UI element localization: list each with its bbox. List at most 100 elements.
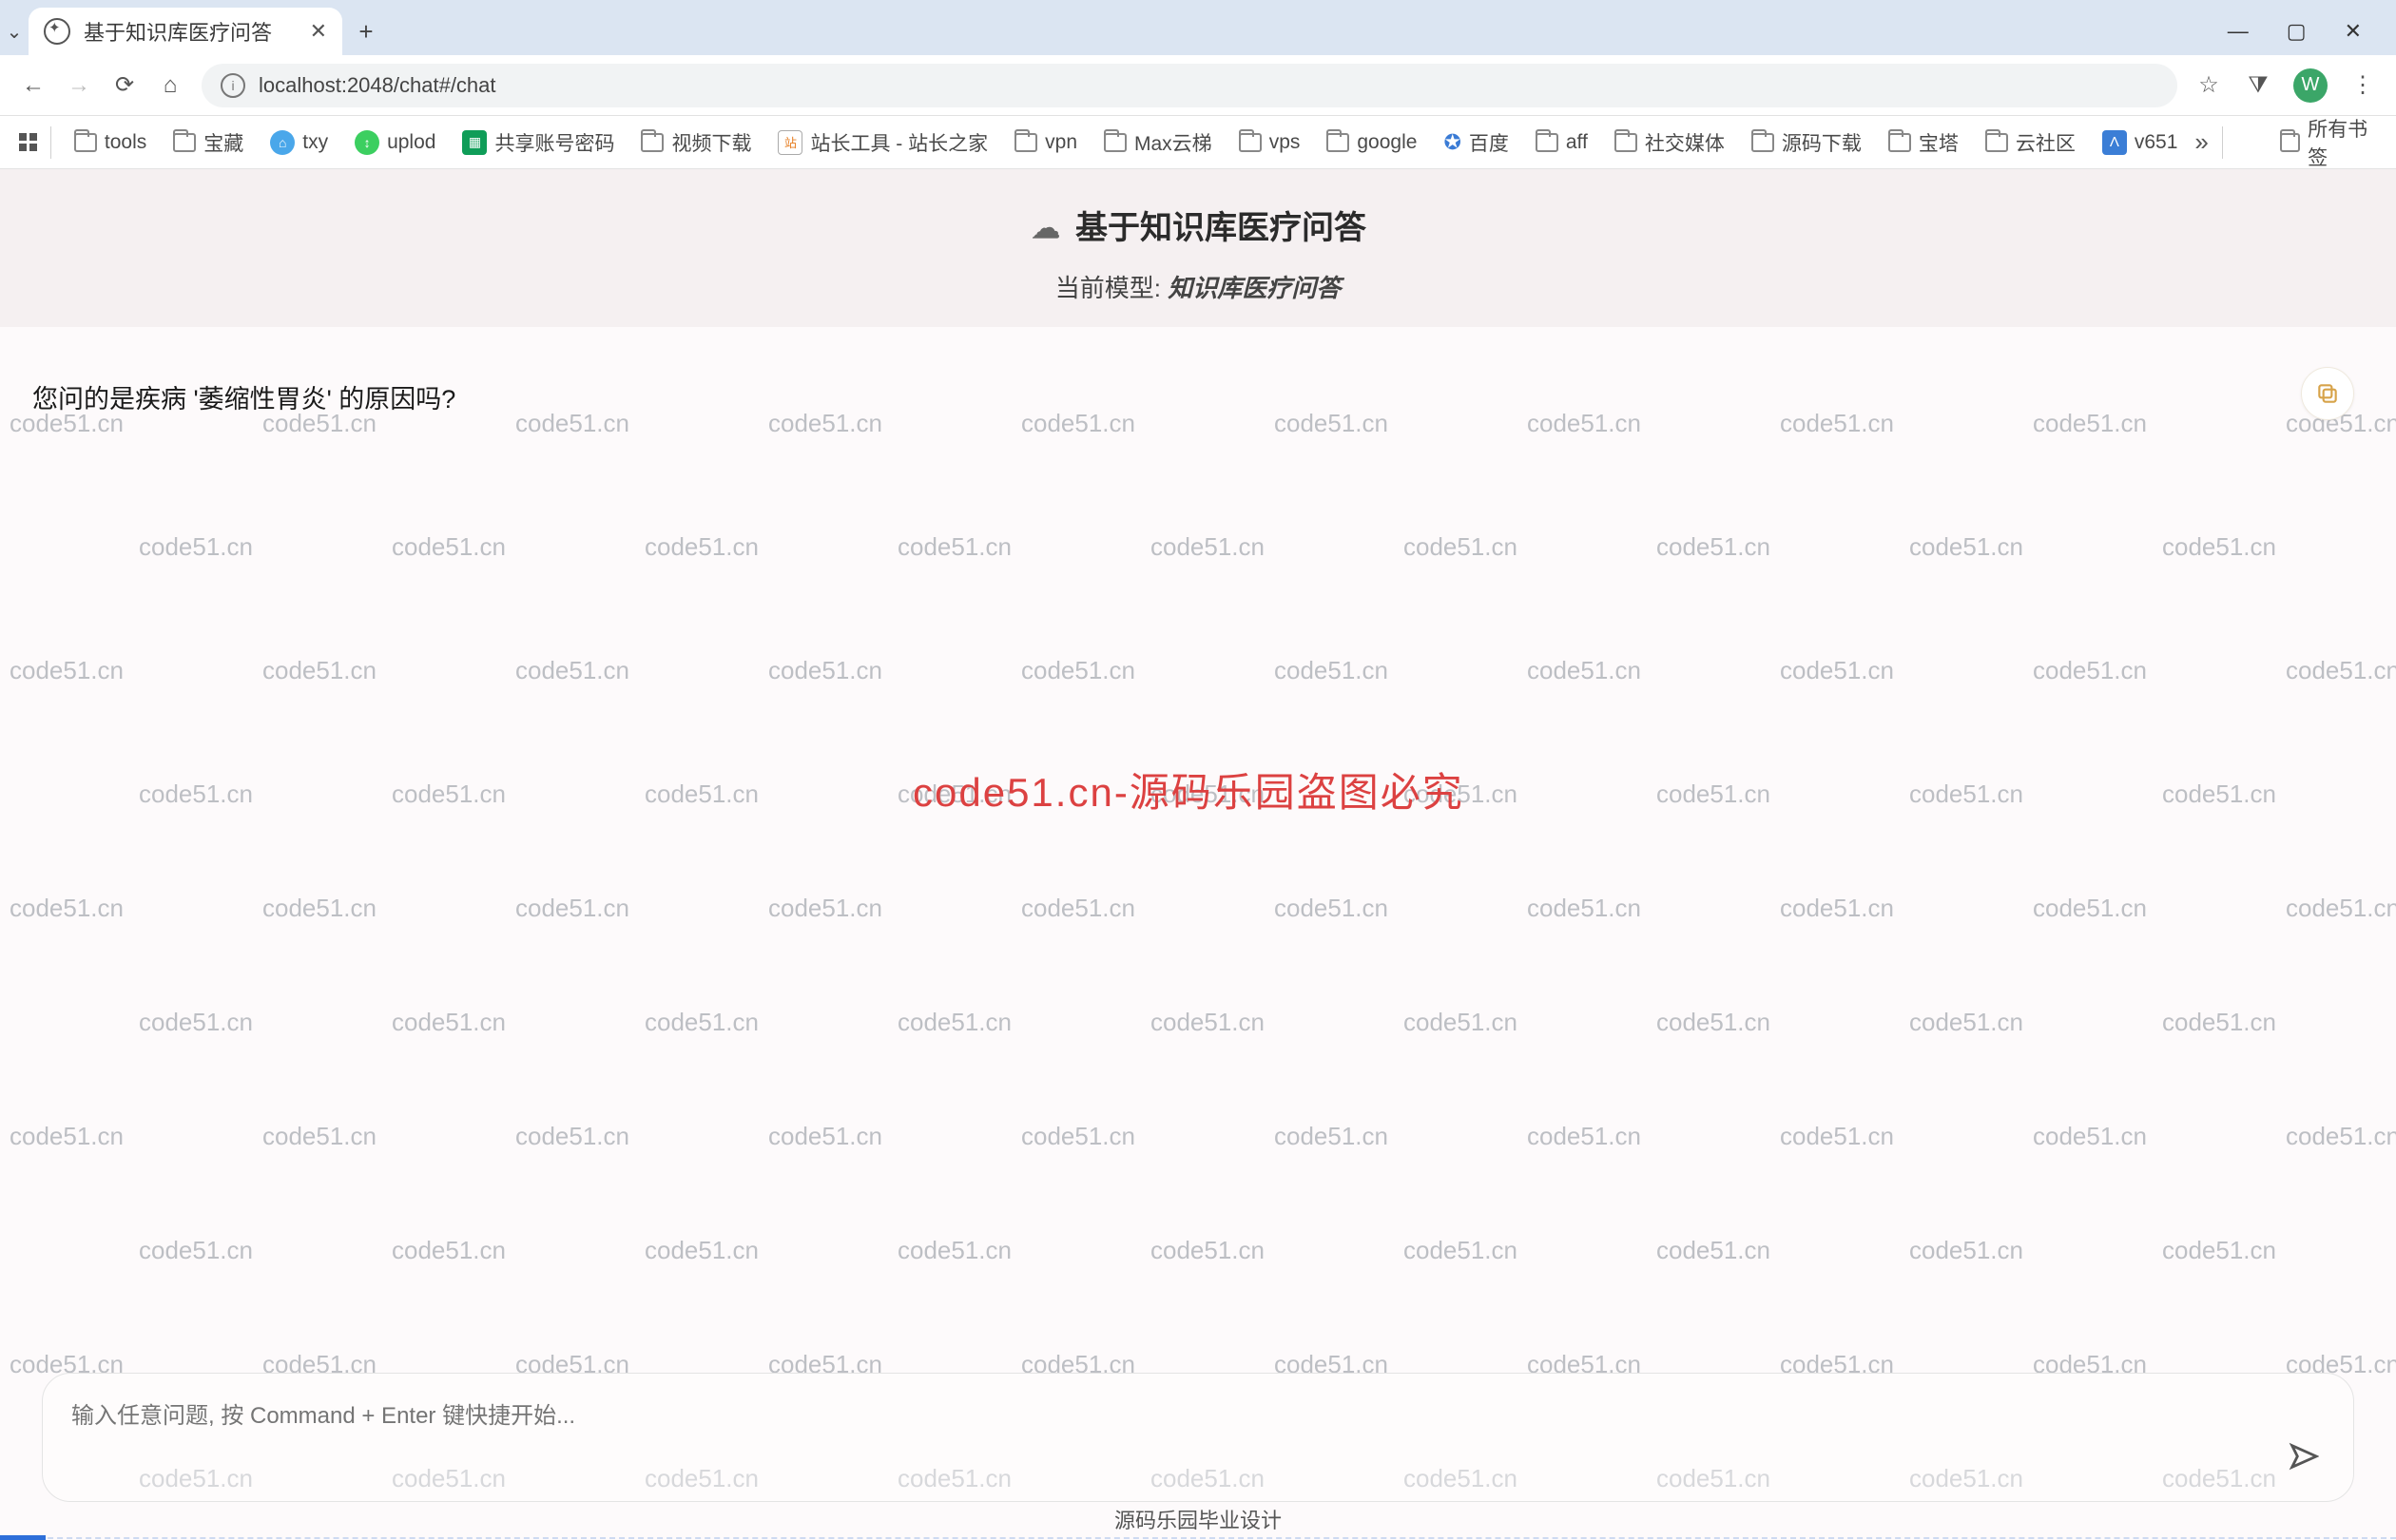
bookmark-label: 宝藏: [203, 128, 243, 157]
bookmark-v651[interactable]: Λv651: [2093, 130, 2188, 155]
tab-search-dropdown[interactable]: ⌄: [0, 8, 29, 55]
v-icon: Λ: [2102, 130, 2127, 155]
folder-icon: [1326, 133, 1349, 152]
new-tab-button[interactable]: +: [342, 8, 390, 55]
profile-avatar[interactable]: W: [2293, 68, 2328, 103]
bookmark-label: 宝塔: [1919, 128, 1959, 157]
bookmark-label: 共享账号密码: [494, 128, 614, 157]
folder-icon: [1614, 133, 1637, 152]
bookmark-tools[interactable]: tools: [65, 131, 156, 154]
bookmark-txy[interactable]: ⌂ txy: [261, 130, 338, 155]
watermark-center: code51.cn-源码乐园盗图必究: [913, 760, 1464, 818]
bookmark-aff[interactable]: aff: [1526, 131, 1597, 154]
bookmark-label: 云社区: [2016, 128, 2076, 157]
site-info-icon[interactable]: i: [221, 73, 245, 98]
bookmark-label: aff: [1566, 131, 1588, 154]
bookmark-共享账号密码[interactable]: ▦ 共享账号密码: [453, 128, 624, 157]
folder-icon: [2280, 133, 2300, 152]
bookmark-label: 视频下载: [671, 128, 751, 157]
bookmarks-bar: tools宝藏⌂txy↕uplod▦共享账号密码视频下载站站长工具 - 站长之家…: [0, 116, 2396, 169]
baidu-icon: ✪: [1443, 130, 1460, 155]
folder-icon: [1985, 133, 2008, 152]
folder-icon: [1536, 133, 1558, 152]
bookmark-云社区[interactable]: 云社区: [1976, 128, 2085, 157]
bookmark-label: 百度: [1469, 128, 1509, 157]
sheet-icon: ▦: [462, 130, 487, 155]
window-minimize[interactable]: —: [2228, 19, 2249, 44]
bookmarks-overflow-icon[interactable]: »: [2194, 127, 2208, 157]
all-bookmarks-label: 所有书签: [2308, 114, 2377, 171]
model-indicator: 当前模型: 知识库医疗问答: [0, 269, 2396, 304]
window-controls: — ▢ ✕: [2228, 19, 2396, 55]
bookmark-label: google: [1357, 131, 1417, 154]
tab-title: 基于知识库医疗问答: [84, 16, 272, 47]
nav-forward-icon: →: [65, 71, 93, 100]
extensions-icon[interactable]: ⧩: [2244, 71, 2272, 100]
bookmark-站长工具 - 站长之家[interactable]: 站站长工具 - 站长之家: [768, 128, 997, 157]
nav-home-icon[interactable]: ⌂: [156, 71, 184, 100]
loading-bar: [0, 1535, 46, 1540]
folder-icon: [641, 133, 664, 152]
bookmark-label: vps: [1269, 131, 1301, 154]
bookmark-百度[interactable]: ✪ 百度: [1434, 128, 1517, 157]
address-bar: ← → ⟳ ⌂ i localhost:2048/chat#/chat ☆ ⧩ …: [0, 55, 2396, 116]
url-text: localhost:2048/chat#/chat: [259, 73, 496, 98]
cloud-icon: [1030, 209, 1062, 241]
browser-tab[interactable]: 基于知识库医疗问答 ✕: [29, 8, 342, 55]
bookmark-star-icon[interactable]: ☆: [2194, 71, 2223, 100]
bookmark-label: txy: [302, 131, 328, 154]
send-icon: [2287, 1440, 2319, 1473]
browser-chrome: ⌄ 基于知识库医疗问答 ✕ + — ▢ ✕ ← → ⟳ ⌂ i localhos…: [0, 0, 2396, 169]
chat-row: 您问的是疾病 '萎缩性胃炎' 的原因吗?: [0, 327, 2396, 415]
tab-close-button[interactable]: ✕: [310, 19, 327, 44]
titlebar: ⌄ 基于知识库医疗问答 ✕ + — ▢ ✕: [0, 0, 2396, 55]
folder-icon: [1104, 133, 1127, 152]
cloud-badge-icon: ⌂: [270, 130, 295, 155]
bookmark-视频下载[interactable]: 视频下载: [631, 128, 761, 157]
browser-menu-icon[interactable]: ⋮: [2348, 71, 2377, 100]
bookmark-宝塔[interactable]: 宝塔: [1879, 128, 1968, 157]
folder-icon: [1751, 133, 1774, 152]
copy-icon: [2315, 381, 2340, 406]
bookmark-uplod[interactable]: ↕ uplod: [345, 130, 445, 155]
assistant-message: 您问的是疾病 '萎缩性胃炎' 的原因吗?: [32, 378, 455, 415]
bookmark-google[interactable]: google: [1317, 131, 1426, 154]
tab-favicon: [44, 18, 70, 45]
bookmark-label: v651: [2135, 131, 2178, 154]
bookmark-社交媒体[interactable]: 社交媒体: [1605, 128, 1734, 157]
bookmark-label: Max云梯: [1134, 128, 1212, 157]
composer: [42, 1373, 2354, 1502]
bookmark-宝藏[interactable]: 宝藏: [164, 128, 253, 157]
bookmark-label: 源码下载: [1782, 128, 1862, 157]
folder-icon: [74, 133, 97, 152]
bookmark-源码下载[interactable]: 源码下载: [1742, 128, 1871, 157]
url-input[interactable]: i localhost:2048/chat#/chat: [202, 64, 2177, 107]
folder-icon: [1888, 133, 1911, 152]
bookmark-label: tools: [105, 131, 146, 154]
hero: 基于知识库医疗问答 当前模型: 知识库医疗问答: [0, 169, 2396, 327]
footer-text: 源码乐园毕业设计: [0, 1504, 2396, 1534]
nav-back-icon[interactable]: ←: [19, 71, 48, 100]
folder-icon: [173, 133, 196, 152]
window-close[interactable]: ✕: [2345, 19, 2362, 44]
folder-icon: [1014, 133, 1037, 152]
upload-badge-icon: ↕: [355, 130, 379, 155]
bookmark-label: vpn: [1045, 131, 1077, 154]
bookmark-vpn[interactable]: vpn: [1005, 131, 1087, 154]
copy-button[interactable]: [2301, 367, 2354, 420]
bookmark-label: uplod: [387, 131, 435, 154]
nav-reload-icon[interactable]: ⟳: [110, 71, 139, 100]
send-button[interactable]: [2281, 1434, 2325, 1478]
bookmark-label: 站长工具 - 站长之家: [810, 128, 988, 157]
page-title: 基于知识库医疗问答: [0, 202, 2396, 248]
bookmark-Max云梯[interactable]: Max云梯: [1094, 128, 1222, 157]
bookmark-label: 社交媒体: [1645, 128, 1725, 157]
zhanzhang-icon: 站: [778, 130, 802, 155]
page-content: 基于知识库医疗问答 当前模型: 知识库医疗问答 您问的是疾病 '萎缩性胃炎' 的…: [0, 169, 2396, 415]
window-maximize[interactable]: ▢: [2287, 19, 2307, 44]
all-bookmarks[interactable]: 所有书签: [2280, 114, 2377, 171]
folder-icon: [1239, 133, 1262, 152]
bookmark-vps[interactable]: vps: [1229, 131, 1310, 154]
apps-icon[interactable]: [19, 133, 37, 151]
composer-input[interactable]: [71, 1396, 2281, 1478]
